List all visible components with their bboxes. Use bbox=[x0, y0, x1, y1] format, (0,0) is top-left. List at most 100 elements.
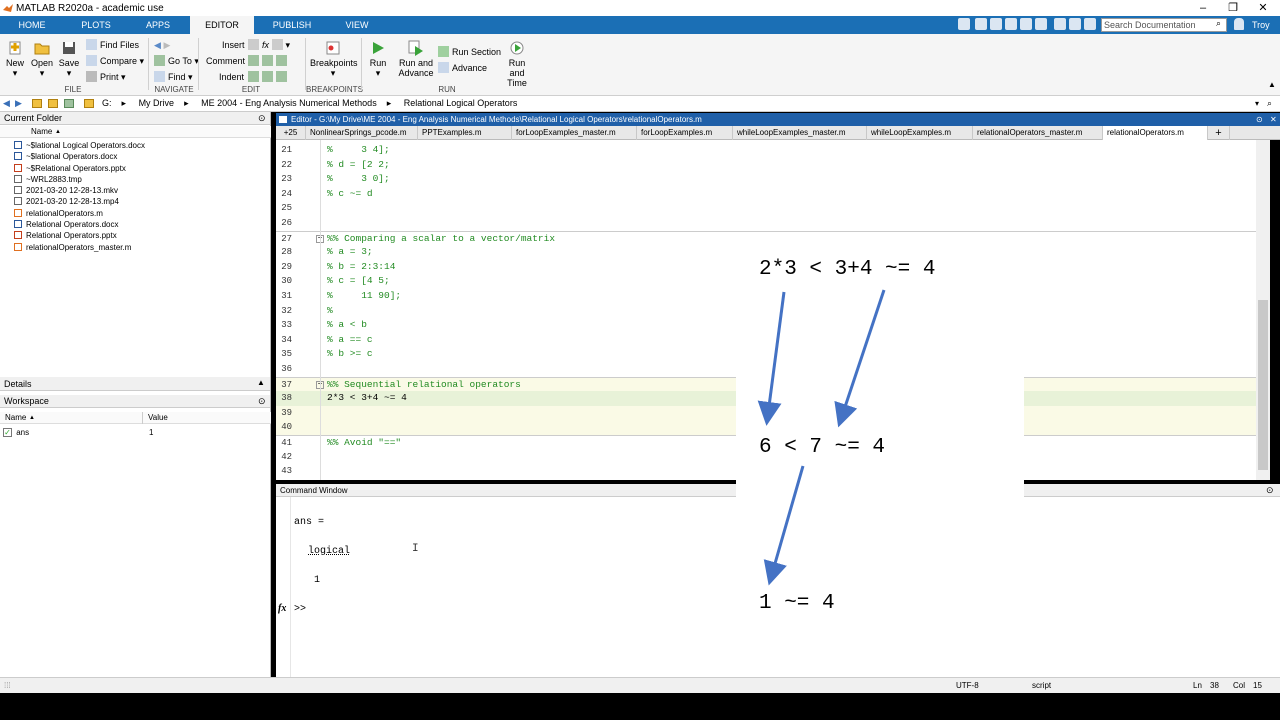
copy-icon[interactable] bbox=[990, 18, 1002, 30]
file-tab[interactable]: forLoopExamples.m bbox=[637, 126, 733, 140]
more-tabs-button[interactable]: +25 bbox=[276, 126, 306, 140]
find-button[interactable]: Find ▾ bbox=[154, 71, 193, 83]
user-menu[interactable]: Troy bbox=[1252, 16, 1270, 34]
print-button[interactable]: Print ▾ bbox=[86, 71, 126, 83]
insert-tools[interactable]: fx ▾ bbox=[248, 39, 290, 51]
cut-icon[interactable] bbox=[975, 18, 987, 30]
bell-icon[interactable] bbox=[1234, 18, 1244, 30]
file-item[interactable]: ~$lational Operators.docx bbox=[14, 151, 145, 162]
workspace-column-header[interactable]: Name ▲ Value bbox=[0, 412, 271, 424]
file-tab[interactable]: whileLoopExamples.m bbox=[867, 126, 973, 140]
indent-button[interactable]: Indent bbox=[219, 71, 244, 83]
fx-icon[interactable]: fx bbox=[262, 40, 269, 50]
panel-menu-icon[interactable]: ⊙ bbox=[258, 113, 266, 124]
goto-button[interactable]: Go To ▾ bbox=[154, 55, 199, 67]
run-button[interactable]: Run ▾ bbox=[366, 40, 390, 78]
new-button[interactable]: New ▾ bbox=[4, 40, 26, 78]
scrollbar-thumb[interactable] bbox=[1258, 300, 1268, 470]
details-title[interactable]: Details bbox=[0, 377, 270, 391]
file-item[interactable]: relationalOperators_master.m bbox=[14, 242, 145, 253]
comment-tools[interactable] bbox=[248, 55, 290, 67]
chevron-down-icon[interactable]: ▾ bbox=[1255, 96, 1259, 111]
file-item[interactable]: Relational Operators.docx bbox=[14, 219, 145, 230]
panel-menu-icon[interactable]: ⊙ bbox=[258, 396, 266, 407]
run-section-button[interactable]: Run Section bbox=[438, 46, 501, 58]
file-item[interactable]: 2021-03-20 12-28-13.mp4 bbox=[14, 196, 145, 207]
drive-icon[interactable] bbox=[64, 99, 74, 108]
file-tab[interactable]: PPTExamples.m bbox=[418, 126, 512, 140]
file-tab[interactable]: forLoopExamples_master.m bbox=[512, 126, 637, 140]
tab-home[interactable]: HOME bbox=[8, 16, 56, 34]
file-item[interactable]: Relational Operators.pptx bbox=[14, 230, 145, 241]
up-folder-icon[interactable] bbox=[32, 99, 42, 108]
forward-arrow-icon[interactable]: ▶ bbox=[15, 96, 22, 111]
breadcrumb-item[interactable]: ME 2004 - Eng Analysis Numerical Methods bbox=[201, 98, 377, 108]
compare-button[interactable]: Compare ▾ bbox=[86, 55, 144, 67]
search-icon[interactable]: ⌕ bbox=[1216, 18, 1221, 29]
save-button[interactable]: Save ▾ bbox=[58, 40, 80, 78]
fx-icon[interactable]: fx bbox=[278, 603, 286, 614]
col-number: 15 bbox=[1253, 681, 1262, 690]
file-item[interactable]: ~WRL2883.tmp bbox=[14, 174, 145, 185]
close-icon[interactable]: ✕ bbox=[1248, 0, 1278, 16]
search-documentation-input[interactable]: Search Documentation bbox=[1101, 18, 1227, 32]
new-tab-button[interactable]: + bbox=[1208, 126, 1230, 140]
tab-plots[interactable]: PLOTS bbox=[72, 16, 120, 34]
file-list: ~$lational Logical Operators.docx ~$lati… bbox=[14, 140, 145, 253]
collapse-ribbon-icon[interactable]: ▲ bbox=[1268, 80, 1276, 89]
close-editor-icon[interactable]: ✕ bbox=[1270, 113, 1277, 126]
current-folder-title: Current Folder bbox=[0, 112, 270, 125]
comment-icon bbox=[248, 55, 259, 66]
output-class-link[interactable]: logical bbox=[308, 546, 350, 557]
file-item[interactable]: relationalOperators.m bbox=[14, 208, 145, 219]
save-icon[interactable] bbox=[958, 18, 970, 30]
file-tab[interactable]: NonlinearSprings_pcode.m bbox=[306, 126, 418, 140]
run-and-time-button[interactable]: Run and Time bbox=[500, 40, 534, 88]
paste-icon[interactable] bbox=[1005, 18, 1017, 30]
editor-icon bbox=[279, 116, 287, 123]
workspace-title: Workspace bbox=[0, 395, 270, 408]
back-arrow-icon[interactable]: ◀ bbox=[3, 96, 10, 111]
file-item[interactable]: 2021-03-20 12-28-13.mkv bbox=[14, 185, 145, 196]
insert-button[interactable]: Insert bbox=[222, 39, 245, 51]
breakpoints-button[interactable]: Breakpoints ▾ bbox=[310, 40, 358, 78]
undock-icon[interactable]: ⊙ bbox=[1256, 113, 1263, 126]
community-icon[interactable] bbox=[1084, 18, 1096, 30]
search-icon[interactable]: ⌕ bbox=[1267, 96, 1272, 111]
window-title: MATLAB R2020a - academic use bbox=[16, 2, 164, 14]
file-tab[interactable]: whileLoopExamples_master.m bbox=[733, 126, 867, 140]
tab-view[interactable]: VIEW bbox=[334, 16, 380, 34]
help-icon[interactable] bbox=[1069, 18, 1081, 30]
redo-icon[interactable] bbox=[1035, 18, 1047, 30]
expand-icon[interactable]: ▲ bbox=[257, 378, 265, 387]
panel-menu-icon[interactable]: ⊙ bbox=[1266, 484, 1274, 497]
forward-arrow-icon[interactable]: ▶ bbox=[163, 40, 170, 50]
run-and-advance-button[interactable]: Run and Advance bbox=[398, 40, 434, 78]
breadcrumb-item[interactable]: Relational Logical Operators bbox=[404, 98, 518, 108]
tab-editor[interactable]: EDITOR bbox=[190, 16, 254, 34]
back-forward-buttons[interactable]: ◀ ▶ bbox=[154, 39, 170, 51]
file-item[interactable]: ~$Relational Operators.pptx bbox=[14, 163, 145, 174]
restore-icon[interactable]: ❐ bbox=[1218, 0, 1248, 16]
indent-tools[interactable] bbox=[248, 71, 290, 83]
breadcrumb-item[interactable]: My Drive bbox=[139, 98, 175, 108]
editor-scrollbar[interactable] bbox=[1256, 140, 1270, 480]
browse-folder-icon[interactable] bbox=[48, 99, 58, 108]
advance-button[interactable]: Advance bbox=[438, 62, 487, 74]
address-bar: ◀ ▶ G: ▸ My Drive ▸ ME 2004 - Eng Analysis… bbox=[0, 96, 1280, 112]
file-tab[interactable]: relationalOperators_master.m bbox=[973, 126, 1103, 140]
name-column-header[interactable]: Name ▲ bbox=[0, 126, 271, 138]
open-button[interactable]: Open ▾ bbox=[30, 40, 54, 78]
minimize-icon[interactable]: – bbox=[1188, 0, 1218, 16]
tab-publish[interactable]: PUBLISH bbox=[264, 16, 320, 34]
workspace-variable-row[interactable]: ✓ ans 1 bbox=[3, 427, 263, 439]
layout-icon[interactable] bbox=[1054, 18, 1066, 30]
breadcrumb-item[interactable]: G: bbox=[102, 98, 112, 108]
undo-icon[interactable] bbox=[1020, 18, 1032, 30]
find-files-button[interactable]: Find Files bbox=[86, 39, 139, 51]
file-item[interactable]: ~$lational Logical Operators.docx bbox=[14, 140, 145, 151]
comment-button[interactable]: Comment bbox=[206, 55, 245, 67]
tab-apps[interactable]: APPS bbox=[136, 16, 180, 34]
back-arrow-icon[interactable]: ◀ bbox=[154, 40, 161, 50]
file-tab-active[interactable]: relationalOperators.m bbox=[1103, 126, 1208, 140]
